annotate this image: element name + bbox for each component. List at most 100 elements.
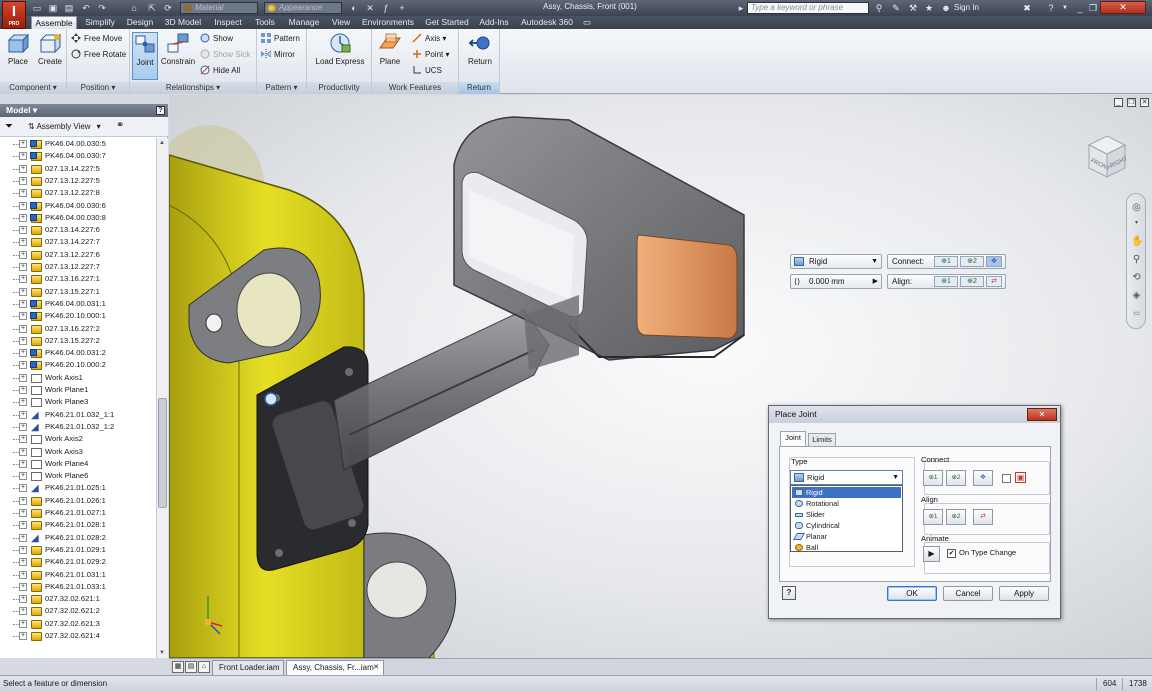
browser-header[interactable]: Model ▾ ? — [0, 104, 168, 117]
update-icon[interactable]: ⟳ — [162, 2, 174, 14]
type-option-slider[interactable]: Slider — [792, 509, 901, 520]
dialog-close-button[interactable]: ✕ — [1027, 408, 1057, 421]
expand-icon[interactable]: + — [19, 459, 27, 468]
tree-item[interactable]: + Work Plane6 — [0, 470, 156, 482]
expand-icon[interactable]: + — [19, 410, 27, 419]
expand-icon[interactable]: + — [19, 484, 27, 493]
adjust-icon[interactable]: ◐ — [348, 2, 360, 14]
tab-add-ins[interactable]: Add-Ins — [476, 16, 512, 29]
expand-icon[interactable]: + — [19, 336, 27, 345]
orange-face-shape[interactable] — [636, 234, 738, 339]
viewcube[interactable]: FRONT RIGHT — [1084, 132, 1130, 182]
show-sick-button[interactable]: Show Sick — [200, 48, 250, 62]
expand-icon[interactable]: + — [19, 263, 27, 271]
expand-icon[interactable]: + — [19, 238, 27, 247]
expand-icon[interactable]: + — [19, 152, 27, 161]
tree-item[interactable]: +027.13.14.227:6 — [0, 224, 156, 236]
add-icon[interactable]: + — [396, 2, 408, 14]
tree-item[interactable]: + ◢ PK46.21.01.032_1:2 — [0, 421, 156, 433]
tree-item[interactable]: + Work Plane4 — [0, 458, 156, 470]
clear-icon[interactable]: ✕ — [364, 2, 376, 14]
tree-item[interactable]: + Work Axis1 — [0, 372, 156, 384]
lock-checkbox[interactable] — [1002, 474, 1011, 483]
expand-icon[interactable]: + — [19, 607, 27, 616]
tree-item[interactable]: + Work Axis2 — [0, 433, 156, 445]
return-button[interactable]: Return — [463, 32, 497, 80]
mini-align-1-button[interactable]: ⊕1 — [934, 276, 958, 287]
save-icon[interactable]: ▤ — [63, 2, 75, 14]
expand-icon[interactable]: + — [19, 509, 27, 517]
tile-windows-icon[interactable]: ▦ — [172, 661, 184, 673]
expand-icon[interactable]: + — [19, 275, 27, 284]
tree-item[interactable]: + PK46.04.00.031:2 — [0, 347, 156, 359]
tree-item[interactable]: + ◢ PK46.21.01.025:1 — [0, 482, 156, 494]
mini-align-2-button[interactable]: ⊕2 — [960, 276, 984, 287]
ucs-button[interactable]: UCS — [412, 64, 442, 78]
tree-item[interactable]: + PK46.04.00.030:7 — [0, 150, 156, 162]
mini-align-flip-icon[interactable]: ⇄ — [986, 276, 1002, 287]
tree-item[interactable]: +027.32.02.621:1 — [0, 593, 156, 605]
type-option-rotational[interactable]: Rotational — [792, 498, 901, 509]
arm-shape[interactable] — [333, 309, 550, 471]
tree-item[interactable]: +027.13.12.227:5 — [0, 175, 156, 187]
type-option-ball[interactable]: Ball — [792, 542, 901, 553]
user-icon[interactable]: ☻ — [940, 2, 952, 14]
tree-item[interactable]: + PK46.21.01.028:1 — [0, 519, 156, 531]
expand-icon[interactable]: + — [19, 299, 27, 308]
tab-design[interactable]: Design — [123, 16, 157, 29]
tab-inspect[interactable]: Inspect — [209, 16, 247, 29]
expand-icon[interactable]: + — [19, 595, 27, 604]
viewport-restore-icon[interactable]: ❐ — [1127, 98, 1136, 107]
tab-assemble[interactable]: Assemble — [31, 16, 77, 29]
tree-item[interactable]: +027.13.16.227:1 — [0, 273, 156, 285]
tree-item[interactable]: +027.32.02.621:3 — [0, 618, 156, 630]
ribbon-toggle-icon[interactable]: ▭ — [580, 16, 594, 29]
undo-icon[interactable]: ↶ — [80, 2, 92, 14]
search-arrow-icon[interactable]: ▸ — [737, 2, 745, 14]
dialog-help-icon[interactable]: ? — [782, 586, 796, 600]
tree-item[interactable]: + PK46.04.00.030:8 — [0, 212, 156, 224]
expand-icon[interactable]: + — [19, 324, 27, 333]
cancel-button[interactable]: Cancel — [943, 586, 993, 601]
browser-help-icon[interactable]: ? — [156, 106, 165, 115]
apply-button[interactable]: Apply — [999, 586, 1049, 601]
mini-offset-field[interactable]: ⟨⟩ 0.000 mm ▶ — [790, 274, 882, 289]
expand-icon[interactable]: + — [19, 533, 27, 542]
material-combo[interactable]: Material — [180, 2, 258, 14]
tree-item[interactable]: +027.13.14.227:5 — [0, 163, 156, 175]
expand-icon[interactable]: + — [19, 521, 27, 530]
redo-icon[interactable]: ↷ — [96, 2, 108, 14]
open-icon[interactable]: ▭ — [31, 2, 43, 14]
expand-icon[interactable]: + — [19, 435, 27, 444]
zoom-icon[interactable]: ⚲ — [1131, 254, 1142, 265]
expand-icon[interactable]: + — [19, 570, 27, 579]
measure-icon[interactable]: ƒ — [380, 2, 392, 14]
expand-icon[interactable]: + — [19, 349, 27, 358]
tab-tools[interactable]: Tools — [250, 16, 280, 29]
tree-item[interactable]: +027.13.14.227:7 — [0, 236, 156, 248]
load-express-button[interactable]: Load Express — [311, 32, 369, 80]
play-button[interactable]: ▶ — [923, 546, 940, 562]
expand-icon[interactable]: + — [19, 312, 27, 321]
tree-item[interactable]: + PK46.21.01.029:1 — [0, 544, 156, 556]
tree-item[interactable]: +027.32.02.621:4 — [0, 630, 156, 642]
scroll-up-icon[interactable]: ▲ — [159, 140, 165, 146]
expand-icon[interactable]: + — [19, 545, 27, 554]
expand-icon[interactable]: + — [19, 386, 27, 394]
orbit-icon[interactable]: ⟲ — [1131, 272, 1142, 283]
binoculars-icon[interactable]: ⚭ — [116, 120, 124, 131]
star-icon[interactable]: ★ — [923, 2, 935, 14]
close-icon[interactable]: ✕ — [373, 661, 379, 675]
create-button[interactable]: Create — [35, 32, 65, 80]
tree-item[interactable]: +027.13.12.227:7 — [0, 261, 156, 273]
help-icon[interactable]: ? — [1045, 2, 1057, 14]
restore-icon[interactable]: ❐ — [1087, 2, 1099, 14]
home-icon[interactable]: ⌂ — [128, 2, 140, 14]
expand-icon[interactable]: + — [19, 250, 27, 259]
show-button[interactable]: Show — [200, 32, 233, 46]
pattern-group-label[interactable]: Pattern ▾ — [257, 82, 306, 94]
expand-icon[interactable]: + — [19, 201, 27, 210]
expand-icon[interactable]: + — [19, 619, 27, 628]
tab-limits[interactable]: Limits — [808, 433, 836, 446]
position-group-label[interactable]: Position ▾ — [67, 82, 129, 94]
